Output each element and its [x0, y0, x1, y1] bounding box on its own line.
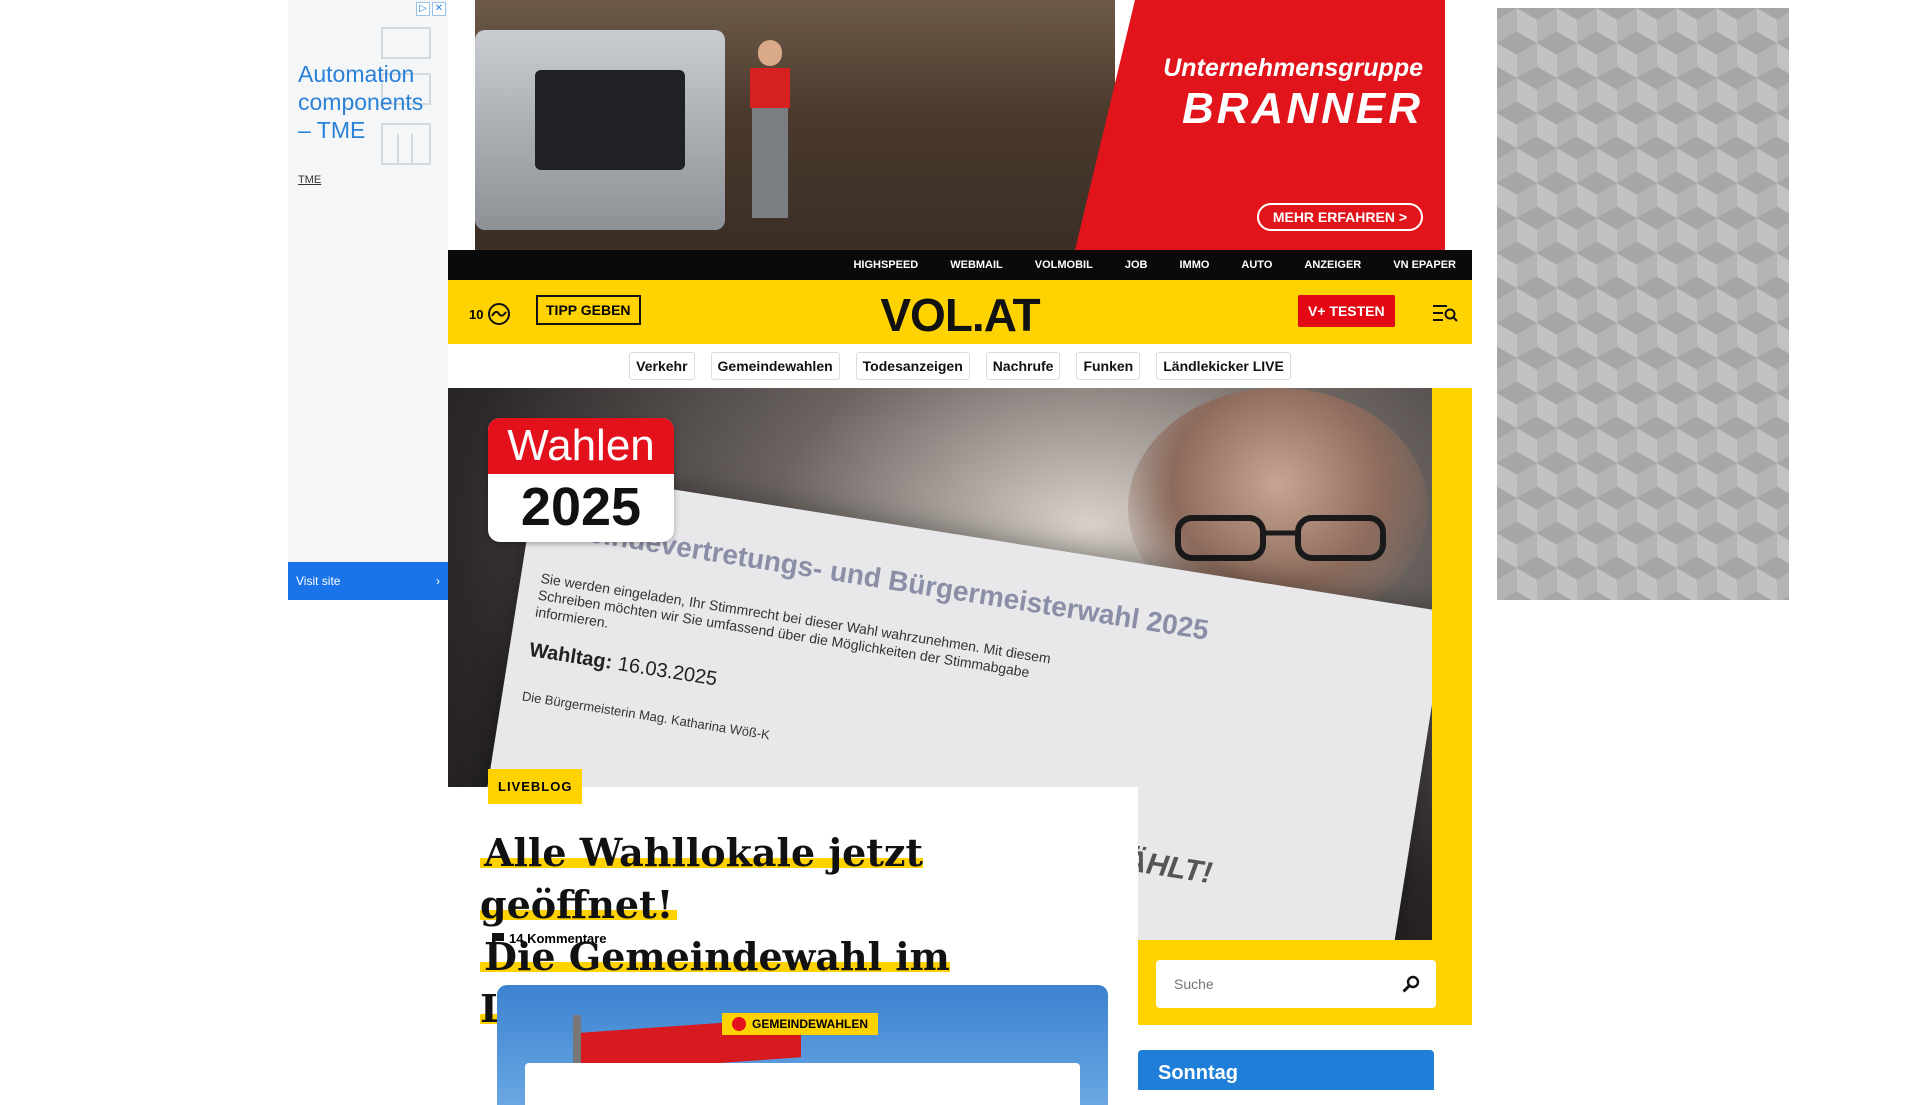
gemeindewahlen-tag[interactable]: GEMEINDEWAHLEN [722, 1013, 879, 1035]
sunday-title: Sonntag [1158, 1062, 1238, 1084]
top-link-vn-epaper[interactable]: VN EPAPER [1393, 259, 1456, 271]
live-dot-icon [732, 1017, 746, 1031]
sunday-card[interactable]: Sonntag [1138, 1050, 1434, 1090]
left-ad[interactable]: ▷ ✕ Automation components – TME TME Visi… [288, 0, 448, 600]
topic-gemeindewahlen[interactable]: Gemeindewahlen [710, 352, 840, 380]
comments-count: 14 Kommentare [509, 931, 607, 946]
ad-headline[interactable]: Automation components – TME [298, 60, 438, 144]
banner-brand-subtitle: Unternehmensgruppe [1163, 54, 1423, 82]
gemeindewahlen-tag-label: GEMEINDEWAHLEN [752, 1017, 869, 1031]
banner-brand-name: BRANNER [1182, 84, 1423, 133]
letter-date: Wahltag: 16.03.2025 [528, 639, 719, 691]
top-link-volmobil[interactable]: VOLMOBIL [1035, 259, 1093, 271]
adchoices[interactable]: ▷ ✕ [416, 2, 446, 16]
liveblog-badge: LIVEBLOG [488, 769, 583, 804]
headline-card[interactable]: LIVEBLOG Alle Wahllokale jetzt geöffnet!… [448, 769, 1138, 1031]
close-ad-icon[interactable]: ✕ [432, 2, 446, 16]
main-header: 10 TIPP GEBEN VOL.AT V+ TESTEN [448, 280, 1472, 344]
top-link-highspeed[interactable]: HIGHSPEED [853, 259, 918, 271]
topic-todesanzeigen[interactable]: Todesanzeigen [855, 352, 970, 380]
headline-line-1: Alle Wahllokale jetzt geöffnet! [480, 830, 924, 927]
glasses-image [1175, 515, 1386, 561]
letter-date-value: 16.03.2025 [616, 653, 719, 691]
visit-site-label: Visit site [296, 574, 341, 588]
topic-verkehr[interactable]: Verkehr [629, 352, 695, 380]
top-link-job[interactable]: JOB [1125, 259, 1148, 271]
menu-search-icon[interactable] [1432, 302, 1458, 324]
teaser-panel [525, 1063, 1080, 1105]
letter-signature: Die Bürgermeisterin Mag. Katharina Wöß-K [520, 688, 771, 743]
top-link-webmail[interactable]: WEBMAIL [950, 259, 1003, 271]
hero-yellow-strip [1432, 388, 1472, 1025]
search-icon[interactable] [1402, 975, 1420, 993]
teaser-card[interactable]: GEMEINDEWAHLEN [497, 985, 1108, 1105]
top-link-anzeiger[interactable]: ANZEIGER [1304, 259, 1361, 271]
banner-photo [475, 0, 1115, 250]
topic-pills: Verkehr Gemeindewahlen Todesanzeigen Nac… [448, 344, 1472, 388]
search-field[interactable] [1156, 960, 1436, 1008]
visit-site-button[interactable]: Visit site › [288, 562, 448, 600]
wahlen-logo-year: 2025 [520, 477, 642, 537]
search-widget [1138, 940, 1472, 1025]
worker-image [750, 40, 790, 230]
search-input[interactable] [1172, 975, 1376, 993]
chevron-right-icon: › [436, 574, 440, 588]
letter-date-label: Wahltag: [527, 639, 614, 674]
topic-nachrufe[interactable]: Nachrufe [985, 352, 1061, 380]
topic-funken[interactable]: Funken [1076, 352, 1141, 380]
banner-cta-button[interactable]: MEHR ERFAHREN > [1256, 203, 1423, 231]
top-link-auto[interactable]: AUTO [1241, 259, 1272, 271]
topic-laendlekicker-live[interactable]: Ländlekicker LIVE [1156, 352, 1291, 380]
top-link-immo[interactable]: IMMO [1179, 259, 1209, 271]
wahlen-logo-top: Wahlen [488, 418, 674, 474]
wahlen-2025-logo: Wahlen 2025 [488, 418, 674, 542]
top-links-bar: HIGHSPEED WEBMAIL VOLMOBIL JOB IMMO AUTO… [448, 250, 1472, 280]
top-banner-ad[interactable]: Unternehmensgruppe BRANNER MEHR ERFAHREN… [475, 0, 1445, 250]
adchoices-icon[interactable]: ▷ [416, 2, 430, 16]
car-image [475, 30, 725, 230]
comment-icon [492, 932, 504, 945]
vplus-testen-button[interactable]: V+ TESTEN [1298, 295, 1395, 327]
ad-brand[interactable]: TME [298, 174, 321, 186]
comments-link[interactable]: 14 Kommentare [492, 931, 607, 946]
right-ad-pattern[interactable] [1497, 8, 1789, 600]
